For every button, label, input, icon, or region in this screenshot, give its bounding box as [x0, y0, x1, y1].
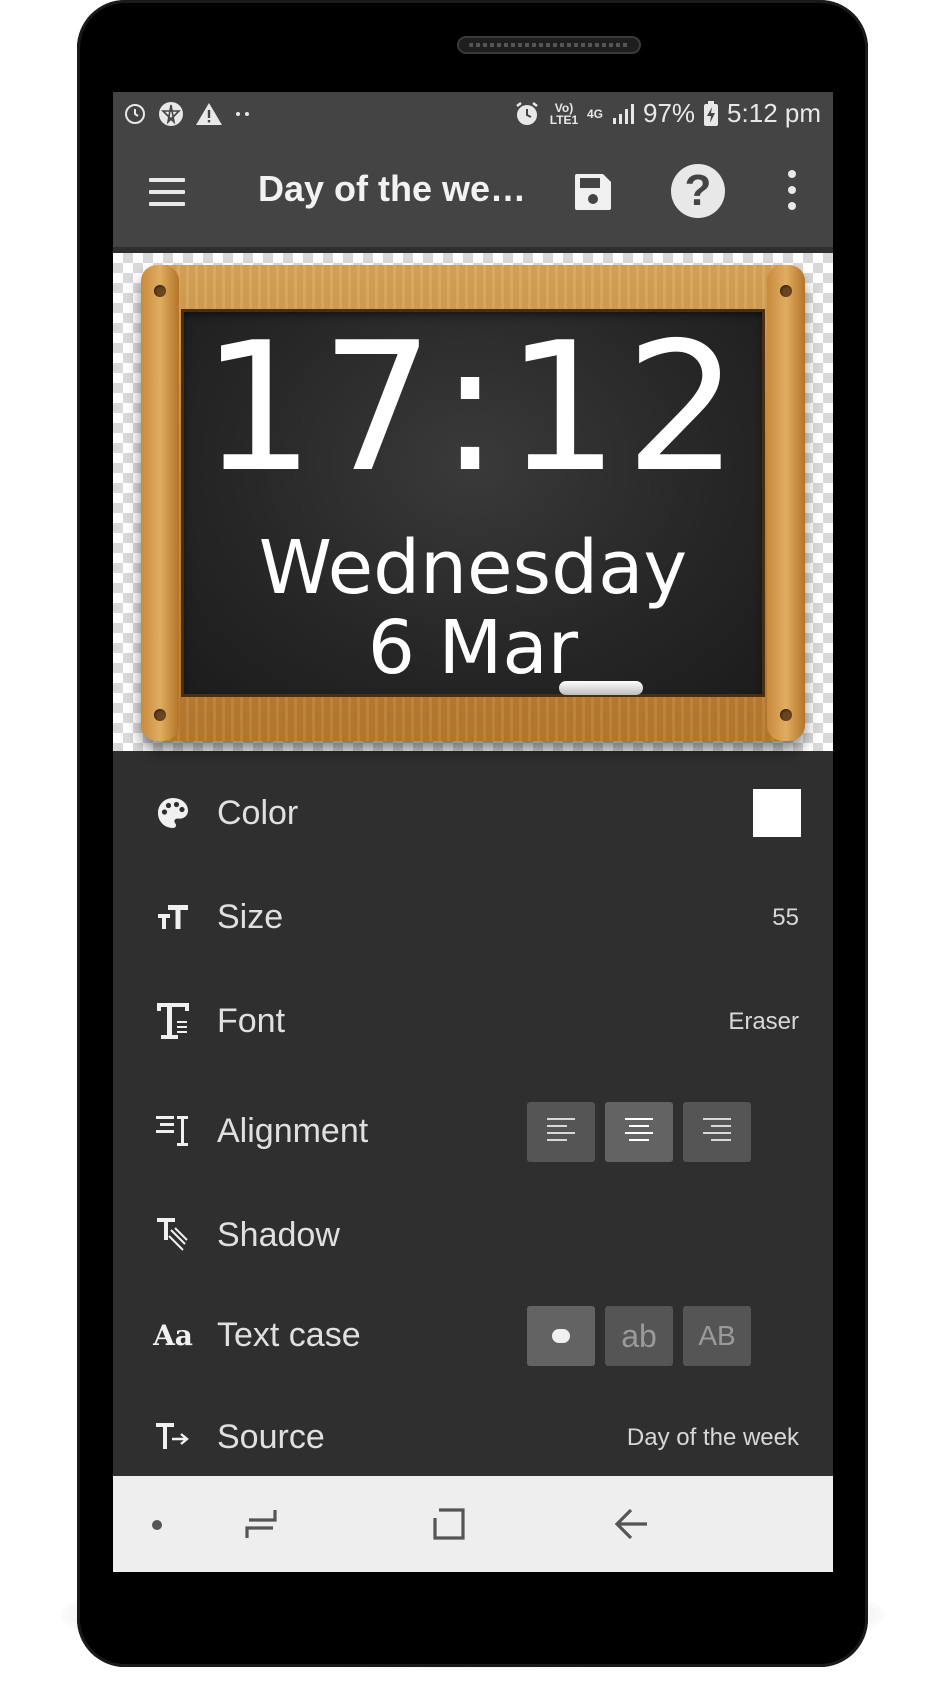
menu-icon[interactable] [149, 178, 185, 206]
case-lower-label: ab [621, 1317, 657, 1354]
clock-icon [123, 102, 147, 126]
setting-label: Size [217, 898, 284, 936]
setting-value: Day of the week [626, 1424, 799, 1451]
setting-value: 55 [772, 904, 799, 931]
align-right-button[interactable] [683, 1102, 751, 1162]
color-swatch[interactable] [753, 789, 801, 837]
setting-label: Shadow [217, 1216, 340, 1254]
text-shadow-icon [153, 1215, 193, 1255]
text-size-icon [153, 897, 193, 937]
nail-icon [154, 285, 166, 297]
signal-icon [611, 102, 635, 126]
setting-color[interactable]: Color [113, 769, 833, 859]
setting-label: Alignment [217, 1112, 369, 1150]
recent-apps-icon[interactable] [241, 1502, 281, 1546]
chalkboard: 17:12 Wednesday 6 Mar [181, 309, 765, 697]
nail-icon [780, 285, 792, 297]
app-toolbar: Day of the we… ? [113, 142, 833, 247]
earpiece-speaker [457, 36, 641, 54]
text-source-icon [153, 1417, 193, 1457]
battery-percentage: 97% [643, 98, 696, 128]
data-indicator: 4G [586, 106, 603, 121]
setting-label: Font [217, 1002, 286, 1040]
case-default-button[interactable] [527, 1306, 595, 1366]
back-icon[interactable] [613, 1502, 653, 1546]
case-upper-button[interactable]: AB [683, 1306, 751, 1366]
case-upper-label: AB [698, 1320, 736, 1351]
setting-value: Eraser [728, 1008, 799, 1035]
setting-size[interactable]: Size 55 [113, 873, 833, 963]
chalk-stick [559, 681, 643, 695]
preview-day: Wednesday [258, 525, 688, 611]
app-notification-icon [157, 100, 185, 128]
align-left-button[interactable] [527, 1102, 595, 1162]
setting-label: Text case [217, 1316, 361, 1354]
align-center-icon [625, 1118, 653, 1146]
help-icon[interactable]: ? [671, 164, 725, 218]
more-options-icon[interactable] [785, 170, 799, 216]
setting-source[interactable]: Source Day of the week [113, 1393, 833, 1483]
battery-charging-icon [703, 100, 719, 127]
app-screen: Vo) LTE1 4G 97% 5:12 pm Day of the we… ? [113, 92, 833, 1572]
page-title: Day of the we… [258, 168, 527, 209]
preview-time: 17:12 [201, 304, 745, 511]
setting-shadow[interactable]: Shadow [113, 1191, 833, 1281]
save-icon[interactable] [573, 172, 613, 212]
case-lower-button[interactable]: ab [605, 1306, 673, 1366]
font-icon [153, 1001, 193, 1041]
nav-dot-icon[interactable] [151, 1518, 163, 1530]
setting-label: Source [217, 1418, 325, 1456]
home-icon[interactable] [429, 1502, 469, 1546]
setting-font[interactable]: Font Eraser [113, 977, 833, 1067]
chalkboard-frame: 17:12 Wednesday 6 Mar [141, 265, 805, 741]
setting-label: Color [217, 794, 299, 832]
setting-alignment: Alignment [113, 1087, 833, 1177]
nail-icon [780, 709, 792, 721]
setting-text-case: Aa Text case ab AB [113, 1291, 833, 1381]
alarm-icon [513, 100, 541, 128]
text-case-icon: Aa [153, 1318, 193, 1352]
more-notifications-icon [233, 109, 253, 119]
palette-icon [153, 793, 193, 833]
text-align-icon [153, 1111, 193, 1151]
widget-preview: 17:12 Wednesday 6 Mar [113, 253, 833, 751]
nail-icon [154, 709, 166, 721]
status-bar: Vo) LTE1 4G 97% 5:12 pm [113, 92, 833, 142]
align-right-icon [703, 1118, 731, 1146]
system-nav-bar [113, 1476, 833, 1572]
volte-indicator: Vo) LTE1 [549, 100, 579, 127]
align-left-icon [547, 1118, 575, 1146]
align-center-button[interactable] [605, 1102, 673, 1162]
case-default-icon [552, 1329, 570, 1343]
status-time: 5:12 pm [727, 98, 821, 128]
preview-date: 6 Mar [367, 605, 579, 691]
warning-icon [195, 101, 223, 127]
